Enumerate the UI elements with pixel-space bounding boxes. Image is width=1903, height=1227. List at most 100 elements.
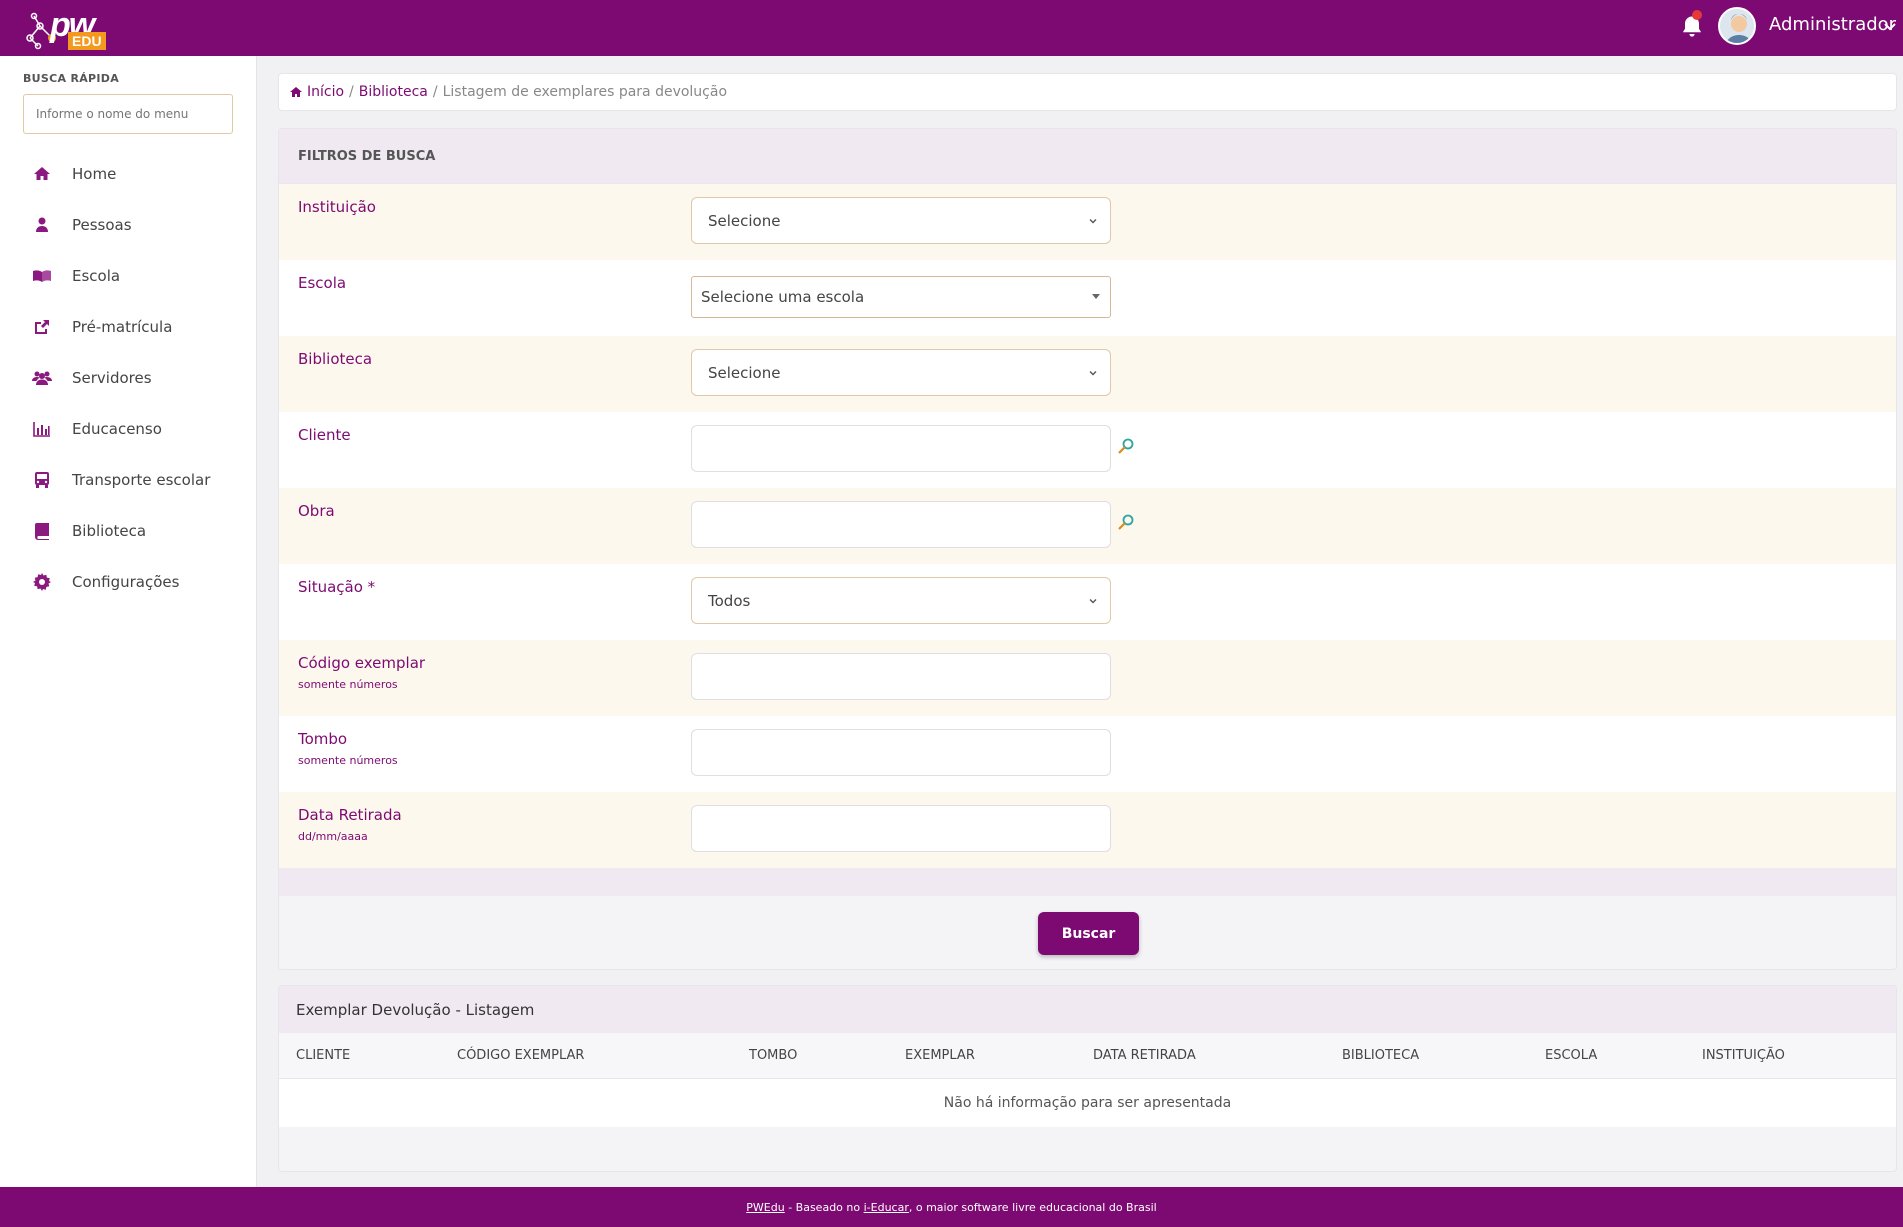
chevron-down-icon	[1089, 598, 1097, 603]
user-name[interactable]: Administrador	[1769, 14, 1896, 35]
column-header-cliente[interactable]: CLIENTE	[296, 1048, 350, 1063]
sidebar-menu: Home Pessoas Escola Pré-matrícula Servid…	[0, 148, 256, 607]
home-icon	[290, 87, 302, 97]
users-icon	[32, 371, 52, 385]
tombo-label: Tombo	[298, 730, 348, 748]
sidebar-item-transporte-escolar[interactable]: Transporte escolar	[0, 454, 256, 505]
breadcrumb-separator: /	[349, 84, 354, 100]
search-lookup-icon[interactable]	[1117, 437, 1135, 455]
table-header: CLIENTE CÓDIGO EXEMPLAR TOMBO EXEMPLAR D…	[279, 1033, 1896, 1079]
filters-actions: Buscar	[279, 896, 1896, 969]
data-retirada-input[interactable]	[691, 805, 1111, 852]
column-header-escola[interactable]: ESCOLA	[1545, 1048, 1597, 1063]
breadcrumb: Início / Biblioteca / Listagem de exempl…	[278, 73, 1897, 111]
sidebar-item-label: Configurações	[72, 572, 180, 591]
cliente-input[interactable]	[691, 425, 1111, 472]
sidebar-item-label: Educacenso	[72, 419, 162, 438]
sidebar-item-label: Biblioteca	[72, 521, 147, 540]
filters-divider	[279, 868, 1896, 896]
biblioteca-select[interactable]: Selecione	[691, 349, 1111, 396]
sidebar-item-configuracoes[interactable]: Configurações	[0, 556, 256, 607]
sidebar-item-label: Pré-matrícula	[72, 317, 173, 336]
sidebar-item-label: Home	[72, 164, 117, 183]
breadcrumb-home-link[interactable]: Início	[307, 84, 344, 100]
filter-row-escola: Escola Selecione uma escola	[279, 260, 1896, 336]
pwedu-logo[interactable]: pw EDU	[22, 6, 106, 52]
codigo-exemplar-hint: somente números	[298, 678, 398, 691]
situacao-select[interactable]: Todos	[691, 577, 1111, 624]
top-bar: pw EDU Administrador	[0, 0, 1903, 56]
tombo-hint: somente números	[298, 754, 398, 767]
sidebar-item-pre-matricula[interactable]: Pré-matrícula	[0, 301, 256, 352]
escola-label: Escola	[298, 274, 347, 292]
biblioteca-label: Biblioteca	[298, 350, 373, 368]
quick-search-input[interactable]	[23, 94, 233, 134]
sidebar-item-label: Pessoas	[72, 215, 132, 234]
sidebar-item-home[interactable]: Home	[0, 148, 256, 199]
filter-row-cliente: Cliente	[279, 412, 1896, 488]
chevron-down-icon	[1089, 370, 1097, 375]
bus-icon	[35, 471, 49, 488]
obra-label: Obra	[298, 502, 335, 520]
chevron-down-icon[interactable]	[1882, 18, 1898, 34]
codigo-exemplar-label: Código exemplar	[298, 654, 426, 672]
sidebar-item-label: Transporte escolar	[72, 470, 211, 489]
escola-select[interactable]: Selecione uma escola	[691, 276, 1111, 318]
bar-chart-icon	[33, 421, 50, 437]
footer-text: , o maior software livre educacional do …	[908, 1200, 1157, 1214]
obra-input[interactable]	[691, 501, 1111, 548]
book-open-icon	[33, 269, 51, 282]
caret-down-icon	[1092, 294, 1100, 299]
column-header-codigo-exemplar[interactable]: CÓDIGO EXEMPLAR	[457, 1048, 584, 1063]
sidebar-item-pessoas[interactable]: Pessoas	[0, 199, 256, 250]
quick-search-label: BUSCA RÁPIDA	[23, 72, 120, 85]
instituicao-selected-value: Selecione	[708, 211, 781, 230]
breadcrumb-separator: /	[432, 84, 438, 100]
filter-row-tombo: Tombo somente números	[279, 716, 1896, 792]
logo-badge: EDU	[68, 32, 106, 50]
gear-icon	[33, 572, 51, 591]
breadcrumb-current: Listagem de exemplares para devolução	[442, 84, 728, 100]
column-header-instituicao[interactable]: INSTITUIÇÃO	[1702, 1048, 1785, 1063]
sidebar-item-biblioteca[interactable]: Biblioteca	[0, 505, 256, 556]
filter-row-obra: Obra	[279, 488, 1896, 564]
footer-ieducar-link[interactable]: i-Educar	[864, 1201, 909, 1214]
sidebar-item-label: Servidores	[72, 368, 152, 387]
filter-row-codigo-exemplar: Código exemplar somente números	[279, 640, 1896, 716]
search-lookup-icon[interactable]	[1117, 513, 1135, 531]
chevron-down-icon	[1089, 218, 1097, 223]
data-retirada-hint: dd/mm/aaaa	[298, 830, 368, 843]
column-header-biblioteca[interactable]: BIBLIOTECA	[1342, 1048, 1419, 1063]
results-listing-panel: Exemplar Devolução - Listagem CLIENTE CÓ…	[278, 985, 1897, 1172]
filters-title: FILTROS DE BUSCA	[279, 129, 1896, 184]
search-filters-panel: FILTROS DE BUSCA Instituição Selecione E…	[278, 128, 1897, 970]
instituicao-select[interactable]: Selecione	[691, 197, 1111, 244]
tombo-input[interactable]	[691, 729, 1111, 776]
escola-selected-value: Selecione uma escola	[701, 288, 865, 306]
sidebar-item-servidores[interactable]: Servidores	[0, 352, 256, 403]
avatar[interactable]	[1718, 7, 1756, 45]
filter-row-biblioteca: Biblioteca Selecione	[279, 336, 1896, 412]
notification-badge	[1692, 10, 1702, 20]
column-header-exemplar[interactable]: EXEMPLAR	[905, 1048, 975, 1063]
footer-text: - Baseado no	[784, 1200, 864, 1214]
breadcrumb-biblioteca-link[interactable]: Biblioteca	[359, 84, 428, 100]
filter-row-instituicao: Instituição Selecione	[279, 184, 1896, 260]
filter-row-data-retirada: Data Retirada dd/mm/aaaa	[279, 792, 1896, 868]
column-header-data-retirada[interactable]: DATA RETIRADA	[1093, 1048, 1196, 1063]
empty-table-message: Não há informação para ser apresentada	[279, 1079, 1896, 1127]
user-icon	[36, 217, 48, 232]
footer: PWEdu - Baseado no i-Educar , o maior so…	[0, 1187, 1903, 1227]
listing-title: Exemplar Devolução - Listagem	[279, 986, 1896, 1033]
sidebar-item-escola[interactable]: Escola	[0, 250, 256, 301]
sidebar-item-label: Escola	[72, 266, 121, 285]
sidebar-item-educacenso[interactable]: Educacenso	[0, 403, 256, 454]
codigo-exemplar-input[interactable]	[691, 653, 1111, 700]
search-button[interactable]: Buscar	[1038, 912, 1139, 955]
home-icon	[34, 166, 50, 180]
data-retirada-label: Data Retirada	[298, 806, 402, 824]
instituicao-label: Instituição	[298, 198, 376, 216]
biblioteca-selected-value: Selecione	[708, 363, 781, 382]
footer-pwedu-link[interactable]: PWEdu	[746, 1201, 784, 1214]
column-header-tombo[interactable]: TOMBO	[749, 1048, 797, 1063]
